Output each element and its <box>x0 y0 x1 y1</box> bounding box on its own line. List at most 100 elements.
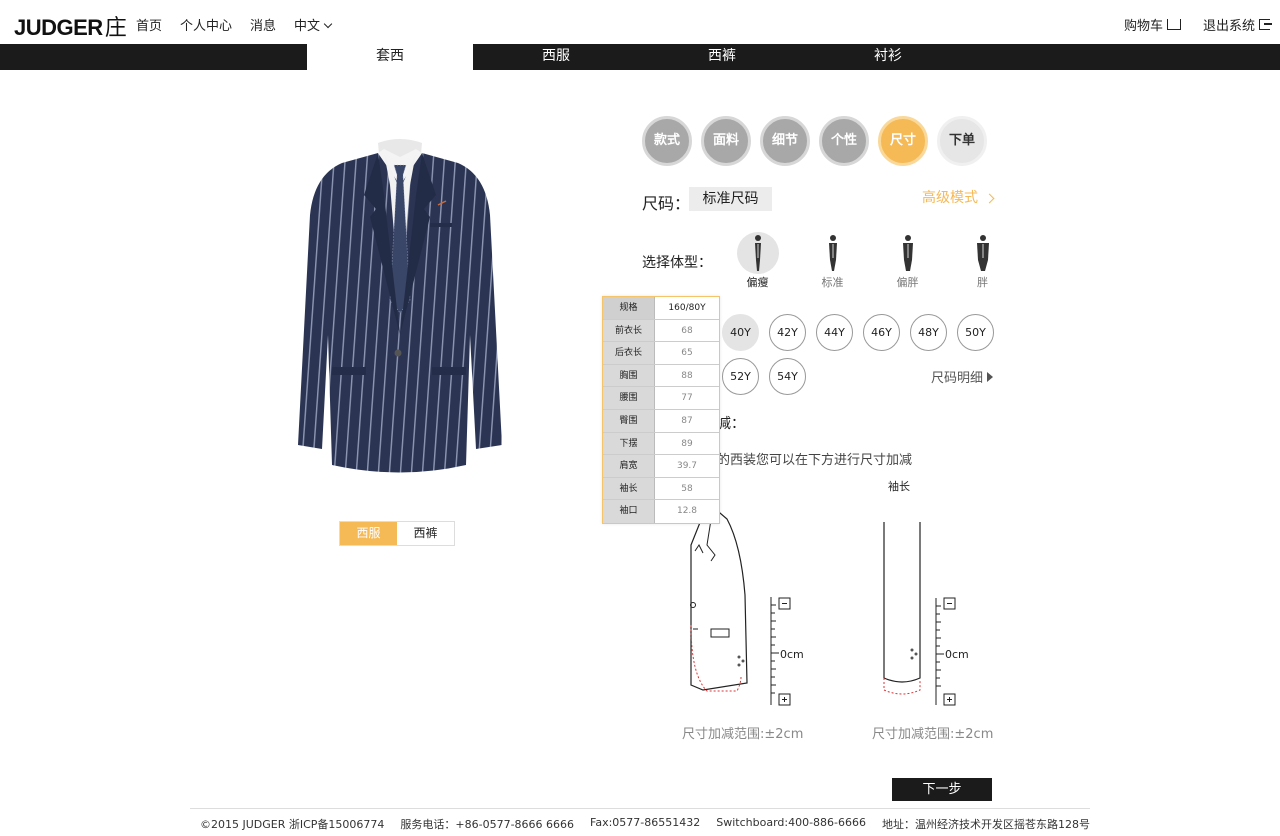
size-mode-select[interactable]: 标准尺码 <box>689 187 772 211</box>
footer-copyright: ©2015 JUDGER 浙ICP备15006774 <box>200 818 385 831</box>
footer-address: 地址：温州经济技术开发区摇苍东路128号 <box>882 818 1090 831</box>
body-type-slim[interactable]: 偏瘦 <box>720 232 795 290</box>
top-nav: 首页 个人中心 消息 中文 <box>136 15 333 34</box>
size-label: 尺码： <box>642 194 691 213</box>
nav-profile[interactable]: 个人中心 <box>180 15 232 34</box>
jacket-adjust-range: 尺寸加减范围:±2cm <box>682 727 804 742</box>
spec-value: 77 <box>681 393 693 404</box>
advanced-mode-label: 高级模式 <box>922 190 978 206</box>
adjust-description: 的西装您可以在下方进行尺寸加减 <box>717 453 913 468</box>
step-style[interactable]: 款式 <box>642 116 692 166</box>
spec-key: 袖口 <box>603 500 655 523</box>
body-type-heavy[interactable]: 胖 <box>945 232 1020 290</box>
nav-language[interactable]: 中文 <box>294 15 333 34</box>
spec-value: 58 <box>681 483 693 494</box>
size-option[interactable]: 42Y <box>769 314 806 351</box>
spec-value: 88 <box>681 370 693 381</box>
spec-row: 袖口 12.8 <box>603 500 719 523</box>
spec-row: 臀围 87 <box>603 409 719 433</box>
nav-home[interactable]: 首页 <box>136 15 162 34</box>
step-details[interactable]: 细节 <box>760 116 810 166</box>
body-type-stocky[interactable]: 偏胖 <box>870 232 945 290</box>
chevron-down-icon <box>323 19 333 29</box>
body-type-options: 偏瘦 标准 偏胖 胖 <box>720 232 1020 290</box>
brand-logo[interactable]: JUDGER庄 <box>14 10 127 42</box>
size-option[interactable]: 44Y <box>816 314 853 351</box>
logo-mark: 庄 <box>104 16 127 41</box>
spec-key: 规格 <box>603 297 655 319</box>
spec-row: 袖长 58 <box>603 477 719 501</box>
exit-icon <box>1259 19 1272 30</box>
spec-value: 160/80Y <box>655 297 719 319</box>
body-type-standard[interactable]: 标准 <box>795 232 870 290</box>
nav-messages[interactable]: 消息 <box>250 15 276 34</box>
size-detail-link[interactable]: 尺码明细 <box>931 367 994 386</box>
spec-key: 前衣长 <box>603 319 655 342</box>
logout-label: 退出系统 <box>1202 19 1255 34</box>
spec-key: 胸围 <box>603 364 655 387</box>
spec-row: 肩宽 39.7 <box>603 455 719 478</box>
spec-value: 65 <box>681 348 693 359</box>
size-option[interactable]: 48Y <box>910 314 947 351</box>
size-option[interactable]: 40Y <box>722 314 759 351</box>
sleeve-adjust-range: 尺寸加减范围:±2cm <box>872 727 994 742</box>
spec-key: 袖长 <box>603 477 655 500</box>
spec-value: 87 <box>681 415 693 426</box>
spec-row: 下摆 89 <box>603 432 719 456</box>
cart-icon <box>1166 19 1181 30</box>
spec-key: 腰围 <box>603 387 655 409</box>
size-detail-label: 尺码明细 <box>931 371 984 386</box>
size-option[interactable]: 52Y <box>722 358 759 395</box>
jacket-length-diagram: 0cm <box>685 505 805 710</box>
body-type-label-stocky: 偏胖 <box>896 276 919 289</box>
next-step-button[interactable]: 下一步 <box>892 778 992 801</box>
size-option[interactable]: 54Y <box>769 358 806 395</box>
spec-key: 臀围 <box>603 409 655 432</box>
slim-figure-icon <box>736 232 779 274</box>
size-spec-popup: 规格 160/80Y 前衣长 68 后衣长 65 胸围 88 腰围 77 臀围 87 下摆… <box>602 296 720 524</box>
logout-button[interactable]: 退出系统 <box>1202 15 1272 34</box>
spec-value: 89 <box>681 438 693 449</box>
logo-text: JUDGER <box>14 15 103 40</box>
footer-phone: 服务电话：+86-0577-8666 6666 <box>400 818 575 831</box>
cart-label: 购物车 <box>1123 19 1163 34</box>
spec-value: 68 <box>681 325 693 336</box>
suit-jacket-illustration <box>298 139 502 473</box>
tab-suit-set[interactable]: 套西 <box>307 42 473 70</box>
step-fabric[interactable]: 面料 <box>701 116 751 166</box>
garment-tabs: 西服 西裤 <box>339 521 455 546</box>
tab-shirt[interactable]: 衬衫 <box>805 44 971 70</box>
heavy-figure-icon <box>962 232 1004 274</box>
cart-button[interactable]: 购物车 <box>1124 15 1181 34</box>
step-size[interactable]: 尺寸 <box>878 116 928 166</box>
order-steps: 款式 面料 细节 个性 尺寸 下单 <box>642 116 987 166</box>
step-order[interactable]: 下单 <box>937 116 987 166</box>
category-tabs: 套西 西服 西裤 衬衫 <box>307 42 971 70</box>
tab-trousers[interactable]: 西裤 <box>639 44 805 70</box>
zero-cm-label: 0cm <box>945 648 969 661</box>
spec-key: 肩宽 <box>603 455 655 477</box>
step-personal[interactable]: 个性 <box>819 116 869 166</box>
spec-row: 腰围 77 <box>603 387 719 410</box>
spec-header-row: 规格 160/80Y <box>603 297 719 320</box>
tab-jacket[interactable]: 西服 <box>473 44 639 70</box>
spec-value: 39.7 <box>676 461 698 472</box>
triangle-right-icon <box>987 372 994 382</box>
spec-key: 下摆 <box>603 432 655 455</box>
size-option[interactable]: 46Y <box>863 314 900 351</box>
chevron-right-icon <box>984 193 995 204</box>
footer-fax: Fax:0577-86551432 <box>590 816 701 829</box>
garment-tab-trousers[interactable]: 西裤 <box>397 522 454 545</box>
spec-row: 胸围 88 <box>603 364 719 388</box>
suit-preview-image <box>280 135 520 485</box>
zero-cm-label: 0cm <box>780 648 804 661</box>
standard-figure-icon <box>812 232 854 274</box>
advanced-mode-link[interactable]: 高级模式 <box>922 187 995 207</box>
garment-tab-jacket[interactable]: 西服 <box>340 522 397 545</box>
sleeve-length-diagram: 0cm <box>876 520 976 710</box>
body-type-label-slim: 偏瘦 <box>746 276 769 289</box>
stocky-figure-icon <box>887 232 929 274</box>
spec-key: 后衣长 <box>603 342 655 364</box>
size-option[interactable]: 50Y <box>957 314 994 351</box>
footer-divider <box>190 808 1090 809</box>
